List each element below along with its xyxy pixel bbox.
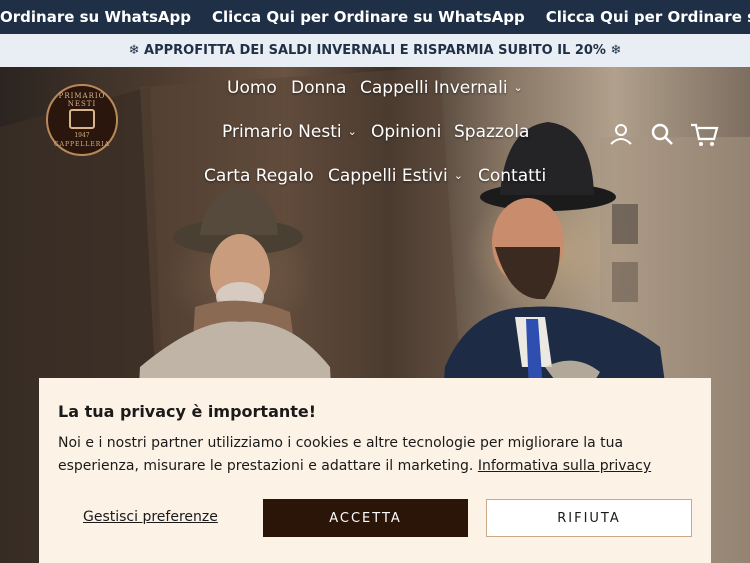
cart-icon[interactable] (689, 120, 719, 148)
cookie-title: La tua privacy è importante! (58, 402, 317, 421)
cookie-text: Noi e i nostri partner utilizziamo i coo… (58, 432, 698, 478)
privacy-policy-link[interactable]: Informativa sulla privacy (478, 458, 651, 474)
promo-text: ❄ APPROFITTA DEI SALDI INVERNALI E RISPA… (128, 43, 622, 58)
user-icon[interactable] (607, 120, 635, 148)
nav-opinioni[interactable]: Opinioni (371, 122, 441, 142)
search-icon[interactable] (648, 120, 676, 148)
ticker-item[interactable]: Clicca Qui per Ordinare su WhatsApp (212, 8, 525, 26)
nav-primario-nesti[interactable]: Primario Nesti ⌄ (222, 122, 357, 142)
promo-bar: ❄ APPROFITTA DEI SALDI INVERNALI E RISPA… (0, 34, 750, 67)
nav-label: Primario Nesti (222, 122, 342, 142)
user-icon-svg (610, 124, 632, 145)
announcement-ticker[interactable]: Ordinare su WhatsApp Clicca Qui per Ordi… (0, 0, 750, 34)
accept-button[interactable]: ACCETTA (263, 499, 468, 537)
ticker-track: Ordinare su WhatsApp Clicca Qui per Ordi… (0, 0, 750, 34)
nav-uomo[interactable]: Uomo (227, 78, 277, 98)
chevron-down-icon: ⌄ (453, 169, 463, 182)
cart-icon-svg (691, 123, 719, 146)
logo-year: 1947 (74, 132, 90, 139)
cookie-consent-banner: La tua privacy è importante! Noi e i nos… (39, 378, 711, 563)
manage-preferences-button[interactable]: Gestisci preferenze (83, 509, 218, 525)
nav-label: Cappelli Estivi (328, 166, 448, 186)
search-icon-svg (651, 123, 673, 145)
nav-cappelli-invernali[interactable]: Cappelli Invernali ⌄ (360, 78, 523, 98)
nav-cappelli-estivi[interactable]: Cappelli Estivi ⌄ (328, 166, 463, 186)
reject-button[interactable]: RIFIUTA (486, 499, 692, 537)
logo-mark-icon (69, 109, 95, 129)
brand-logo[interactable]: PRIMARIO NESTI 1947 CAPPELLERIA (46, 84, 118, 156)
logo-text-bottom: CAPPELLERIA (54, 141, 110, 148)
nav-carta-regalo[interactable]: Carta Regalo (204, 166, 314, 186)
ticker-item[interactable]: Clicca Qui per Ordinare su WhatsA (546, 8, 750, 26)
nav-label: Cappelli Invernali (360, 78, 508, 98)
logo-text-top: PRIMARIO NESTI (58, 92, 106, 108)
chevron-down-icon: ⌄ (513, 81, 523, 94)
nav-donna[interactable]: Donna (291, 78, 346, 98)
nav-spazzola[interactable]: Spazzola (454, 122, 529, 142)
ticker-item[interactable]: Ordinare su WhatsApp (0, 8, 191, 26)
chevron-down-icon: ⌄ (347, 125, 357, 138)
nav-contatti[interactable]: Contatti (478, 166, 546, 186)
